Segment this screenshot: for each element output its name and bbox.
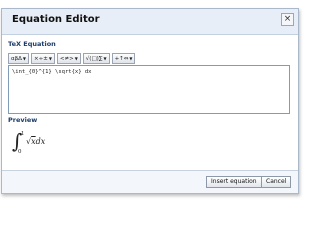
- chevron-down-icon: ▼: [22, 56, 26, 61]
- operators-icon: ×÷±: [33, 56, 48, 62]
- chevron-down-icon: ▼: [103, 56, 107, 61]
- greek-letters-dropdown[interactable]: αβΔ▼: [8, 53, 29, 64]
- dialog-title: Equation Editor: [12, 14, 100, 25]
- dialog-titlebar: Equation Editor ×: [2, 9, 298, 35]
- tex-equation-label: TeX Equation: [8, 40, 56, 48]
- functions-dropdown[interactable]: √(□)∑▼: [82, 53, 110, 64]
- cancel-button[interactable]: Cancel: [261, 176, 292, 188]
- latex-input[interactable]: \int_{0}^{1} \sqrt{x} dx: [8, 65, 290, 114]
- greek-letters-icon: αβΔ: [11, 56, 22, 62]
- equation-editor-dialog: Equation Editor × TeX Equation αβΔ▼ ×÷±▼…: [1, 8, 299, 194]
- arrows-icon: +↑⇔: [114, 56, 129, 62]
- dialog-footer: Insert equation Cancel: [2, 170, 298, 193]
- operators-dropdown[interactable]: ×÷±▼: [30, 53, 55, 64]
- lower-limit: 0: [18, 149, 22, 155]
- chevron-down-icon: ▼: [129, 56, 133, 61]
- preview-label: Preview: [8, 116, 38, 124]
- functions-icon: √(□)∑: [85, 56, 103, 62]
- chevron-down-icon: ▼: [48, 56, 52, 61]
- insert-equation-button[interactable]: Insert equation: [206, 176, 262, 188]
- symbol-toolbar: αβΔ▼ ×÷±▼ <≠>▼ √(□)∑▼ +↑⇔▼: [8, 53, 136, 64]
- close-icon[interactable]: ×: [281, 13, 294, 26]
- relations-icon: <≠>: [59, 56, 74, 62]
- integrand: √xdx: [26, 137, 45, 146]
- arrows-dropdown[interactable]: +↑⇔▼: [111, 53, 136, 64]
- relations-dropdown[interactable]: <≠>▼: [56, 53, 81, 64]
- differential: dx: [35, 137, 46, 146]
- chevron-down-icon: ▼: [74, 56, 78, 61]
- upper-limit: 1: [21, 131, 25, 137]
